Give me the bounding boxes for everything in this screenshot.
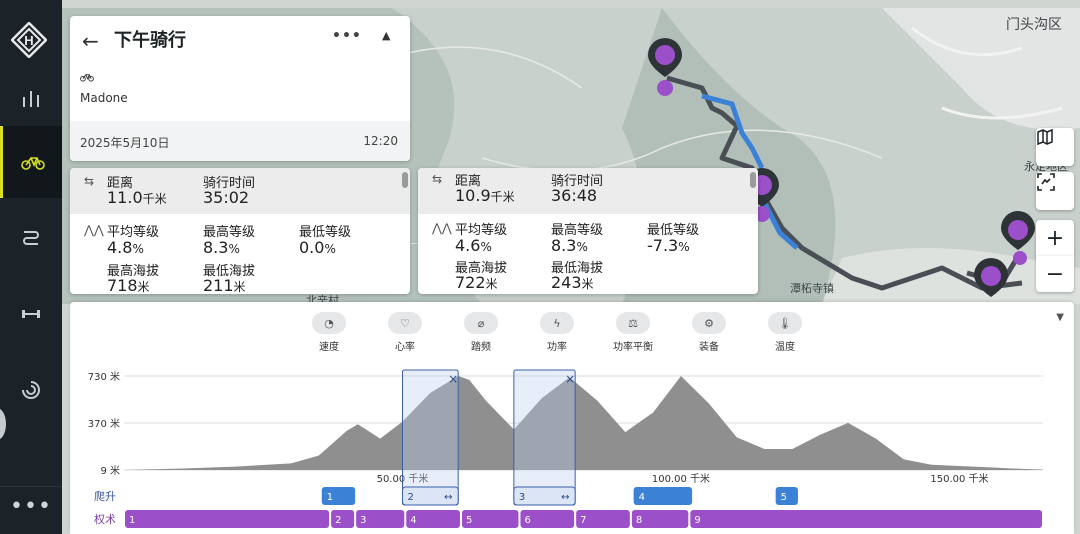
- map-layers-icon: [1037, 128, 1053, 146]
- climb-segment-label: 4: [639, 492, 645, 503]
- distance-value: 10.9千米: [455, 186, 515, 205]
- dumbbell-icon: [22, 310, 40, 318]
- segment-label: 6: [524, 515, 530, 526]
- sidebar: H •••: [0, 0, 62, 534]
- climb-segment-label: 2: [407, 492, 413, 503]
- segment-label: 7: [580, 515, 586, 526]
- map-label-district: 门头沟区: [1006, 17, 1062, 33]
- segment-label: 4: [410, 515, 416, 526]
- segment-9[interactable]: [690, 510, 1042, 528]
- stats-panel-right[interactable]: ⇆ 距离 10.9千米 骑行时间 36:48 ⋀⋀ 平均等级 4.6% 最高等级…: [418, 168, 758, 294]
- close-selection-icon[interactable]: ×: [565, 372, 575, 386]
- activity-time: 12:20: [363, 134, 398, 148]
- sidebar-item-progress[interactable]: [0, 354, 62, 426]
- sidebar-item-stats[interactable]: [0, 62, 62, 134]
- minus-icon: −: [1045, 261, 1065, 287]
- bicycle-icon: [20, 157, 45, 170]
- selection-range-1[interactable]: [401, 369, 459, 506]
- max-grade-value: 8.3%: [203, 238, 240, 257]
- segment-row-label: 权术: [94, 513, 116, 526]
- activity-title: 下午骑行: [114, 30, 186, 51]
- segment-label: 2: [335, 515, 341, 526]
- mountain-icon: ⋀⋀: [84, 223, 104, 237]
- segment-label: 3: [360, 515, 366, 526]
- map-fit-button[interactable]: [1036, 172, 1074, 210]
- plus-icon: +: [1045, 225, 1065, 251]
- bicycle-icon: [80, 74, 94, 82]
- more-options-icon[interactable]: •••: [332, 28, 362, 44]
- selection-range-2[interactable]: [513, 369, 576, 506]
- avg-grade-value: 4.8%: [107, 238, 144, 257]
- sidebar-item-routes[interactable]: [0, 202, 62, 274]
- max-grade-value: 8.3%: [551, 236, 588, 255]
- map-label-town: 潭柘寺镇: [790, 282, 834, 295]
- close-selection-icon[interactable]: ×: [448, 372, 458, 386]
- expand-arrows-icon[interactable]: ↔: [444, 492, 452, 503]
- y-tick-label: 370 米: [88, 417, 120, 430]
- distance-value: 11.0千米: [107, 188, 167, 207]
- y-tick-label: 9 米: [100, 464, 120, 477]
- stats-panel-left[interactable]: ⇆ 距离 11.0千米 骑行时间 35:02 ⋀⋀ 平均等级 4.8% 最高等级…: [70, 168, 410, 294]
- min-elev-value: 211米: [203, 276, 246, 294]
- back-arrow-icon[interactable]: ←: [82, 29, 99, 53]
- bike-name: Madone: [80, 91, 128, 105]
- segment-1[interactable]: [125, 510, 330, 528]
- min-grade-value: -7.3%: [647, 236, 690, 255]
- max-elev-value: 722米: [455, 273, 498, 292]
- segment-label: 5: [466, 515, 472, 526]
- sidebar-item-workouts[interactable]: [0, 278, 62, 350]
- expand-arrows-icon[interactable]: ↔: [561, 492, 569, 503]
- scrollbar[interactable]: [750, 172, 756, 188]
- x-tick-label: 100.00 千米: [652, 472, 710, 485]
- zoom-in-button[interactable]: +: [1036, 220, 1074, 256]
- segment-label: 8: [636, 515, 642, 526]
- map-layers-button[interactable]: [1036, 128, 1074, 166]
- activity-card: ← 下午骑行 ••• ▲ Madone 2025年5月10日 12:20: [70, 16, 410, 161]
- elevation-panel: ◔ 速度 ♡ 心率 ⌀ 踏频 ϟ 功率 ⚖ 功率平衡 ⚙ 装备 🌡 温度 ▼ 730 米 370 米9 米5…: [70, 302, 1074, 534]
- y-tick-label: 730 米: [88, 370, 120, 383]
- climb-segment-label: 3: [519, 492, 525, 503]
- sidebar-item-rides[interactable]: [0, 126, 62, 198]
- mountain-icon: ⋀⋀: [432, 221, 452, 235]
- collapse-icon[interactable]: ▲: [382, 29, 390, 42]
- climb-segment-label: 1: [327, 492, 333, 503]
- more-menu-icon[interactable]: •••: [0, 486, 62, 534]
- ride-time-value: 35:02: [203, 188, 250, 207]
- distance-icon: ⇆: [84, 174, 95, 188]
- climb-segment-label: 5: [781, 492, 787, 503]
- zoom-out-button[interactable]: −: [1036, 256, 1074, 292]
- activity-meta: 2025年5月10日 12:20: [70, 121, 410, 161]
- distance-icon: ⇆: [432, 172, 443, 186]
- scrollbar[interactable]: [402, 172, 408, 188]
- x-tick-label: 150.00 千米: [930, 472, 988, 485]
- elevation-chart[interactable]: 730 米370 米9 米50.00 千米 100.00 千米 150.00 千米×…: [70, 302, 1074, 534]
- bar-chart-icon: [23, 91, 39, 107]
- min-grade-value: 0.0%: [299, 238, 336, 257]
- spiral-icon: [22, 381, 40, 399]
- segment-label: 9: [694, 515, 700, 526]
- climb-row-label: 爬升: [94, 490, 116, 503]
- route-icon: [23, 231, 39, 245]
- activity-date: 2025年5月10日: [80, 136, 170, 150]
- svg-text:H: H: [24, 33, 33, 48]
- segment-label: 1: [129, 515, 135, 526]
- min-elev-value: 243米: [551, 273, 594, 292]
- fit-to-route-icon: [1037, 173, 1055, 191]
- max-elev-value: 718米: [107, 276, 150, 294]
- app-logo-icon[interactable]: H: [11, 22, 47, 58]
- avg-grade-value: 4.6%: [455, 236, 492, 255]
- ride-time-value: 36:48: [551, 186, 598, 205]
